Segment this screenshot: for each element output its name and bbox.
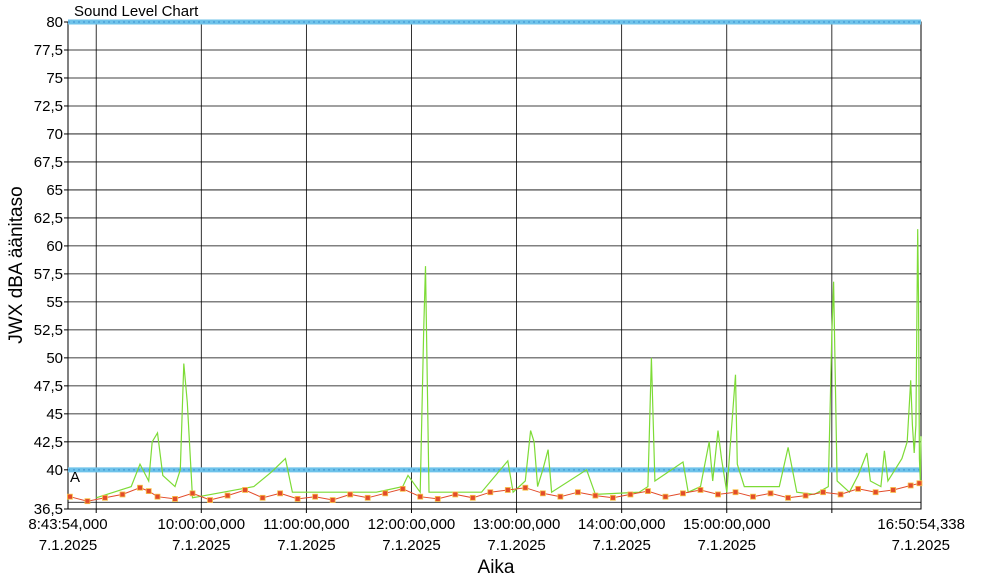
- series-point: [750, 493, 756, 500]
- chart-title: Sound Level Chart: [74, 3, 199, 20]
- x-tick-date-label: 7.1.2025: [172, 537, 230, 554]
- series-point: [715, 491, 721, 498]
- x-axis-label: Aika: [478, 557, 515, 578]
- x-tick-time-label: 16:50:54,338: [877, 516, 965, 533]
- series-point: [907, 482, 914, 489]
- series-point: [382, 490, 389, 497]
- series-point: [802, 492, 809, 499]
- series-point: [399, 485, 406, 492]
- x-tick-date-label: 7.1.2025: [39, 537, 97, 554]
- series-point: [732, 489, 739, 496]
- series-point: [872, 489, 879, 496]
- y-axis-label: JWX dBA äänitaso: [6, 186, 27, 343]
- x-tick-time-label: 10:00:00,000: [157, 516, 245, 533]
- y-tick-label: 75: [46, 70, 63, 87]
- x-axis-ticks: 8:43:54,000 7.1.2025 10:00:00,000 7.1.2025 1…: [28, 516, 965, 554]
- y-tick-label: 70: [46, 126, 63, 143]
- series-point: [259, 494, 266, 501]
- series-point: [154, 493, 161, 500]
- series-point: [417, 493, 424, 500]
- series-point: [627, 491, 634, 498]
- series-point: [84, 498, 91, 505]
- y-axis-ticks: 36,54042,54547,55052,55557,56062,56567,5…: [34, 14, 63, 518]
- y-tick-label: 65: [46, 182, 63, 199]
- series-point: [785, 494, 791, 501]
- y-tick-label: 80: [46, 14, 63, 31]
- x-tick-time-label: 14:00:00,000: [578, 516, 666, 533]
- series-point: [189, 490, 196, 497]
- series-point: [610, 494, 616, 501]
- series-point: [662, 493, 669, 500]
- series-point: [767, 490, 774, 497]
- series-point: [855, 485, 862, 492]
- series-point: [329, 497, 336, 503]
- y-tick-label: 67,5: [34, 154, 63, 171]
- series-point: [837, 491, 844, 498]
- y-tick-label: 57,5: [34, 266, 63, 283]
- y-tick-label: 45: [46, 406, 63, 423]
- series-point: [145, 488, 152, 494]
- series-point: [137, 484, 143, 491]
- y-tick-label: 40: [46, 462, 63, 479]
- plot-area: [67, 21, 922, 510]
- x-tick-time-label: 15:00:00,000: [683, 516, 771, 533]
- series-point: [504, 487, 511, 493]
- series-point: [680, 490, 686, 497]
- series-point: [452, 491, 459, 498]
- y-tick-label: 77,5: [34, 42, 63, 59]
- y-tick-label: 55: [46, 294, 63, 311]
- series-point: [312, 493, 319, 500]
- x-tick-date-label: 7.1.2025: [892, 537, 950, 554]
- series-point: [224, 492, 231, 499]
- y-tick-label: 42,5: [34, 434, 63, 451]
- series-point: [294, 496, 301, 502]
- y-tick-label: 60: [46, 238, 63, 255]
- series-point: [539, 490, 546, 497]
- x-tick-date-label: 7.1.2025: [698, 537, 756, 554]
- series-point: [242, 487, 248, 493]
- series-point: [557, 493, 564, 500]
- series-point: [820, 489, 826, 496]
- series-point: [67, 493, 73, 500]
- series-point: [347, 491, 354, 498]
- y-tick-label: 47,5: [34, 378, 63, 395]
- x-tick-time-label: 12:00:00,000: [368, 516, 456, 533]
- x-tick-time-label: 11:00:00,000: [263, 516, 349, 533]
- threshold-label: A: [70, 469, 80, 486]
- series-point: [207, 497, 213, 503]
- y-tick-label: 62,5: [34, 210, 63, 227]
- series-point: [890, 487, 897, 493]
- series-point: [469, 494, 476, 501]
- series-point: [916, 480, 923, 487]
- series-point: [277, 490, 284, 497]
- series-point: [592, 492, 599, 499]
- series-point: [172, 496, 178, 502]
- series-point: [102, 494, 108, 501]
- series-point: [574, 489, 581, 496]
- y-tick-label: 52,5: [34, 322, 63, 339]
- x-tick-date-label: 7.1.2025: [592, 537, 650, 554]
- series-point: [364, 494, 371, 501]
- x-tick-date-label: 7.1.2025: [487, 537, 545, 554]
- series-point: [434, 496, 441, 502]
- y-tick-label: 50: [46, 350, 63, 367]
- x-tick-date-label: 7.1.2025: [382, 537, 440, 554]
- y-tick-label: 72,5: [34, 98, 63, 115]
- x-tick-date-label: 7.1.2025: [277, 537, 335, 554]
- series-point: [119, 491, 126, 498]
- series-point: [645, 488, 651, 494]
- x-tick-time-label: 13:00:00,000: [473, 516, 561, 533]
- series-point: [522, 484, 529, 491]
- series-point: [487, 489, 494, 496]
- series-point: [697, 487, 704, 493]
- sound-level-chart: A 36,54042,54547,55052,55557,56062,56567…: [6, 3, 965, 578]
- x-tick-time-label: 8:43:54,000: [28, 516, 107, 533]
